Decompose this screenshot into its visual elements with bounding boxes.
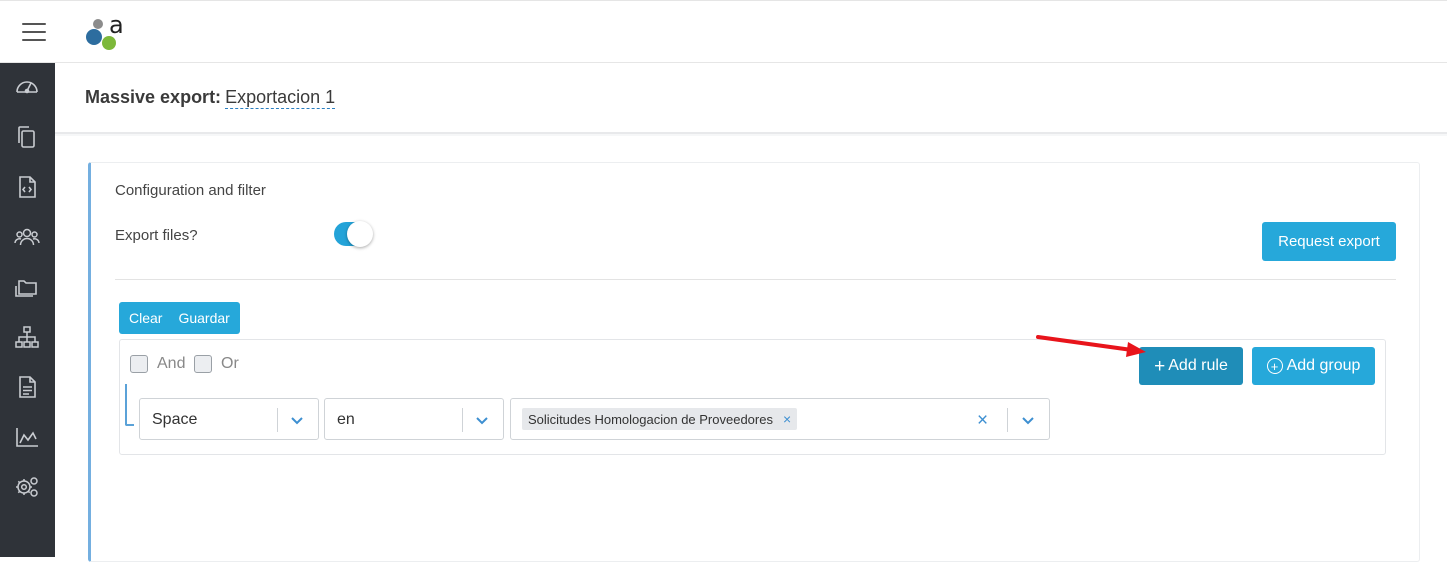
add-rule-label: Add rule — [1168, 357, 1228, 374]
chevron-down-icon[interactable] — [1020, 412, 1036, 428]
hamburger-icon[interactable] — [22, 23, 46, 43]
rule-value-multiselect[interactable]: Solicitudes Homologacion de Proveedores … — [510, 398, 1050, 440]
selected-value-label: Solicitudes Homologacion de Proveedores — [528, 411, 773, 427]
add-group-button[interactable]: + Add group — [1252, 347, 1375, 385]
add-group-label: Add group — [1286, 357, 1361, 374]
toggle-knob — [347, 221, 373, 247]
clear-selection-icon[interactable]: × — [977, 410, 988, 432]
export-name-editable[interactable]: Exportacion 1 — [225, 87, 336, 109]
rule-field-select[interactable]: Space — [139, 398, 319, 440]
plus-circle-icon: + — [1266, 358, 1283, 374]
annotation-arrow-icon — [1036, 335, 1146, 357]
code-file-icon[interactable] — [13, 173, 41, 201]
top-bar: a — [0, 0, 1447, 63]
sidebar — [0, 63, 55, 557]
panel-title: Configuration and filter — [115, 182, 266, 199]
org-chart-icon[interactable] — [13, 323, 41, 351]
divider — [115, 279, 1396, 280]
and-label: And — [157, 355, 186, 372]
settings-gears-icon[interactable] — [13, 473, 41, 501]
report-file-icon[interactable] — [13, 373, 41, 401]
svg-text:a: a — [109, 11, 124, 39]
plus-icon: + — [1154, 355, 1166, 377]
clear-button[interactable]: Clear — [119, 302, 168, 334]
or-checkbox[interactable] — [194, 355, 212, 373]
add-rule-button[interactable]: + Add rule — [1139, 347, 1243, 385]
export-files-label: Export files? — [115, 227, 198, 244]
page-title-label: Massive export: — [85, 87, 222, 107]
save-button[interactable]: Guardar — [168, 302, 239, 334]
app-logo[interactable]: a — [82, 9, 132, 55]
selected-value-tag: Solicitudes Homologacion de Proveedores … — [522, 408, 798, 430]
remove-tag-icon[interactable]: × — [783, 411, 791, 427]
area-chart-icon[interactable] — [13, 423, 41, 451]
page-header: Massive export: Exportacion 1 — [55, 63, 1447, 134]
select-separator — [462, 408, 463, 432]
or-label: Or — [221, 355, 239, 372]
query-builder-group: And Or + Add rule + Add group Space en S… — [119, 339, 1386, 455]
page-title: Massive export: Exportacion 1 — [85, 87, 336, 109]
rule-operator-value: en — [337, 411, 355, 428]
users-group-icon[interactable] — [13, 223, 41, 251]
main-content: Massive export: Exportacion 1 Configurati… — [55, 63, 1447, 562]
documents-copy-icon[interactable] — [13, 123, 41, 151]
query-builder-toolbar: Clear Guardar — [119, 302, 240, 334]
select-separator — [277, 408, 278, 432]
dashboard-gauge-icon[interactable] — [13, 73, 41, 101]
rule-operator-select[interactable]: en — [324, 398, 504, 440]
panel-area: Configuration and filter Export files? R… — [55, 136, 1447, 562]
rule-connector — [125, 384, 134, 426]
configuration-panel: Configuration and filter Export files? R… — [88, 162, 1420, 562]
rule-field-value: Space — [152, 411, 198, 428]
folders-icon[interactable] — [13, 273, 41, 301]
export-files-toggle[interactable] — [334, 221, 373, 247]
select-separator — [1007, 408, 1008, 432]
condition-or[interactable]: Or — [194, 355, 239, 373]
request-export-button[interactable]: Request export — [1262, 222, 1396, 261]
chevron-down-icon[interactable] — [289, 412, 305, 428]
chevron-down-icon[interactable] — [474, 412, 490, 428]
and-checkbox[interactable] — [130, 355, 148, 373]
condition-and[interactable]: And — [130, 355, 185, 373]
